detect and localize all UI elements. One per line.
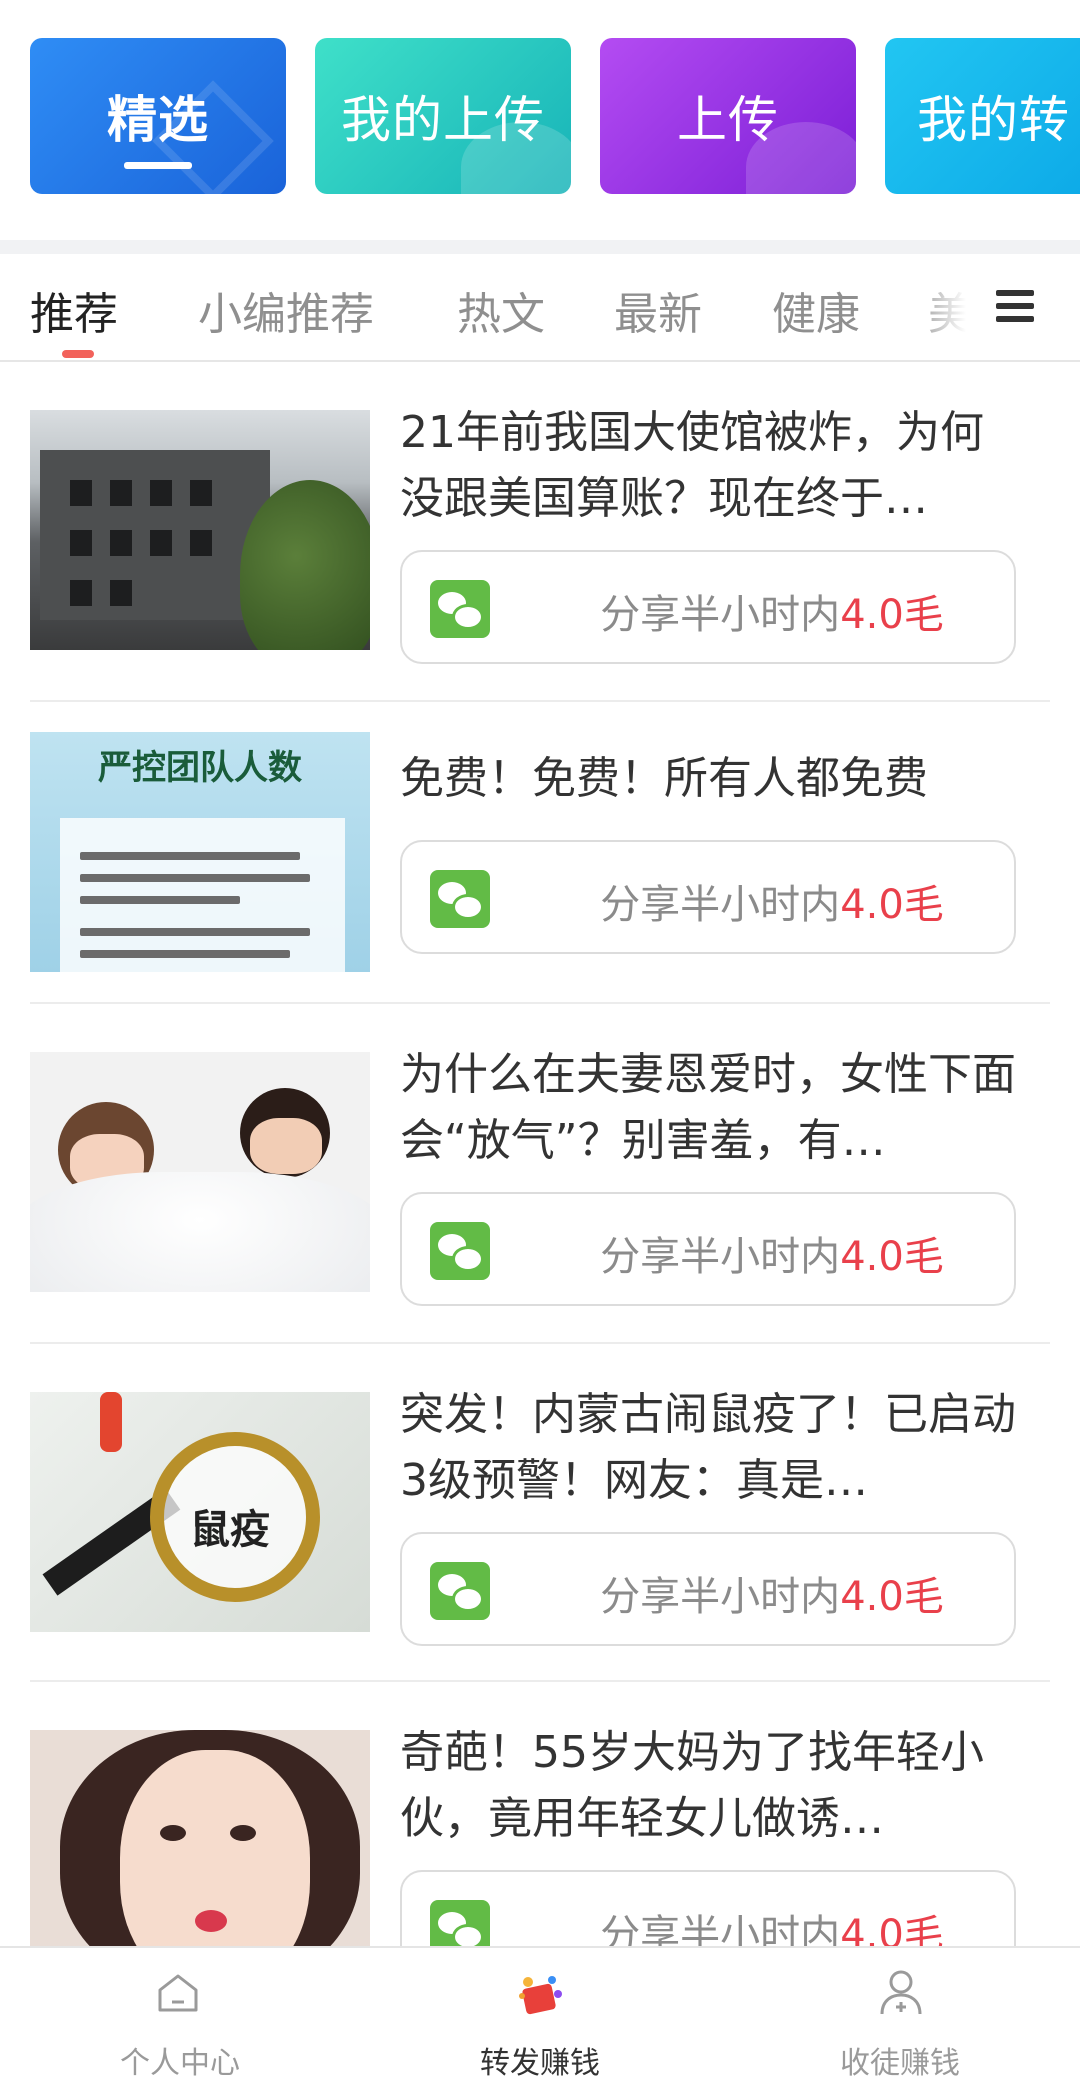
article-title[interactable]: 免费！免费！所有人都免费	[400, 746, 1020, 812]
article-thumbnail	[30, 1730, 370, 1970]
article-thumbnail	[30, 410, 370, 650]
tab-active-indicator	[62, 350, 94, 358]
share-reward-text: 分享半小时内4.0毛	[600, 592, 944, 638]
tab-editor-picks[interactable]: 小编推荐	[198, 278, 374, 342]
tab-hot[interactable]: 热文	[457, 278, 545, 342]
card-my-shares[interactable]: 我的转	[885, 38, 1080, 194]
nav-recruit-earn[interactable]: 收徒赚钱	[720, 1948, 1080, 2098]
share-button[interactable]: 分享半小时内4.0毛	[400, 1532, 1016, 1646]
wechat-icon	[430, 1222, 490, 1280]
share-button[interactable]: 分享半小时内4.0毛	[400, 840, 1016, 954]
wechat-icon	[430, 1562, 490, 1620]
article-thumbnail: 严控团队人数	[30, 732, 370, 972]
share-reward-text: 分享半小时内4.0毛	[600, 1234, 944, 1280]
nav-recruit-earn-label: 收徒赚钱	[840, 2046, 960, 2081]
article-thumbnail	[30, 1052, 370, 1292]
nav-share-earn[interactable]: 转发赚钱	[360, 1948, 720, 2098]
share-reward-text: 分享半小时内4.0毛	[600, 882, 944, 928]
article-title[interactable]: 为什么在夫妻恩爱时，女性下面会“放气”？别害羞，有…	[400, 1042, 1020, 1174]
card-active-underline	[124, 162, 192, 169]
nav-personal-center-label: 个人中心	[120, 2046, 240, 2081]
card-my-shares-label: 我的转	[917, 91, 1070, 149]
divider	[30, 1680, 1050, 1682]
menu-icon[interactable]	[996, 290, 1034, 322]
tab-recommended[interactable]: 推荐	[30, 278, 118, 342]
card-my-uploads[interactable]: 我的上传	[315, 38, 571, 194]
share-button[interactable]: 分享半小时内4.0毛	[400, 550, 1016, 664]
tab-latest[interactable]: 最新	[614, 278, 702, 342]
wechat-icon	[430, 870, 490, 928]
card-featured-label: 精选	[107, 91, 209, 149]
nav-share-earn-label: 转发赚钱	[480, 2046, 600, 2081]
tab-health[interactable]: 健康	[772, 278, 860, 342]
divider	[30, 1002, 1050, 1004]
user-add-icon	[880, 1970, 922, 2015]
bottom-nav: 个人中心 转发赚钱 收徒赚钱	[0, 1946, 1080, 2098]
card-featured[interactable]: 精选	[30, 38, 286, 194]
card-upload-label: 上传	[677, 91, 779, 149]
article-thumbnail: 鼠疫	[30, 1392, 370, 1632]
share-button[interactable]: 分享半小时内4.0毛	[400, 1192, 1016, 1306]
card-my-uploads-label: 我的上传	[341, 91, 545, 149]
section-separator	[0, 240, 1080, 254]
nav-personal-center[interactable]: 个人中心	[0, 1948, 360, 2098]
article-title[interactable]: 奇葩！55岁大妈为了找年轻小伙，竟用年轻女儿做诱…	[400, 1720, 1020, 1852]
card-upload[interactable]: 上传	[600, 38, 856, 194]
article-title[interactable]: 21年前我国大使馆被炸，为何没跟美国算账？现在终于…	[400, 400, 1020, 532]
divider	[30, 1342, 1050, 1344]
wechat-icon	[430, 580, 490, 638]
category-tabs: 推荐 小编推荐 热文 最新 健康 美	[0, 254, 1080, 362]
home-icon	[158, 1974, 198, 2012]
top-card-bar: 精选 我的上传 上传 我的转	[0, 0, 1080, 240]
share-reward-text: 分享半小时内4.0毛	[600, 1574, 944, 1620]
tabs-fade	[910, 254, 990, 358]
divider	[30, 700, 1050, 702]
earn-icon	[519, 1976, 562, 2015]
article-title[interactable]: 突发！内蒙古闹鼠疫了！已启动3级预警！网友：真是…	[400, 1382, 1020, 1514]
